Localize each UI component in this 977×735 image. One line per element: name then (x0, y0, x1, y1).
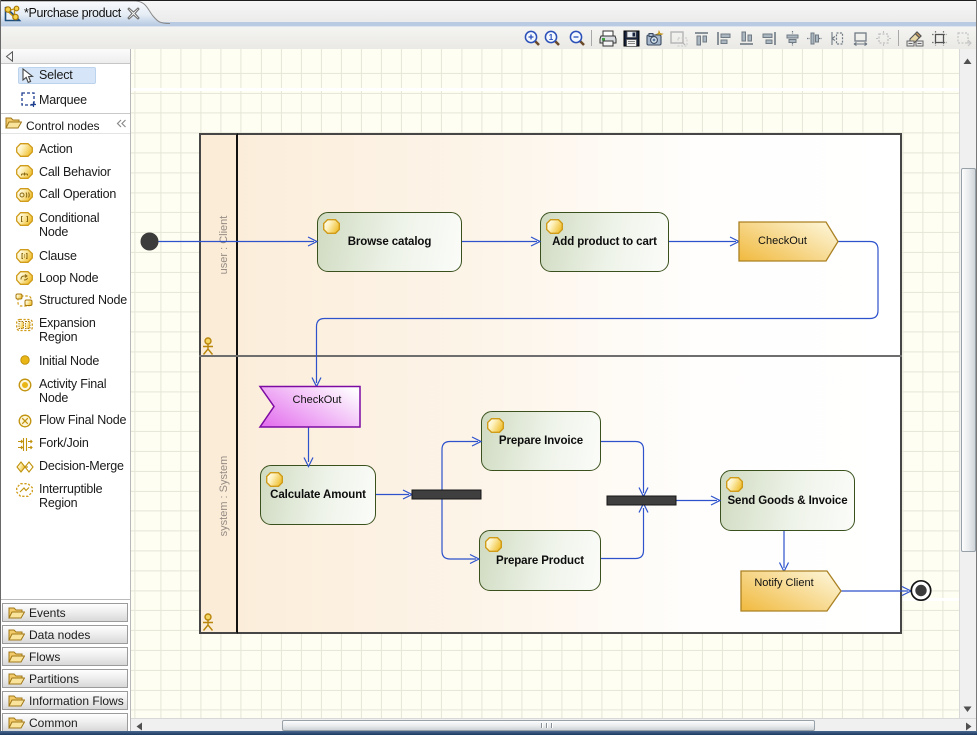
svg-text:1: 1 (549, 33, 554, 42)
